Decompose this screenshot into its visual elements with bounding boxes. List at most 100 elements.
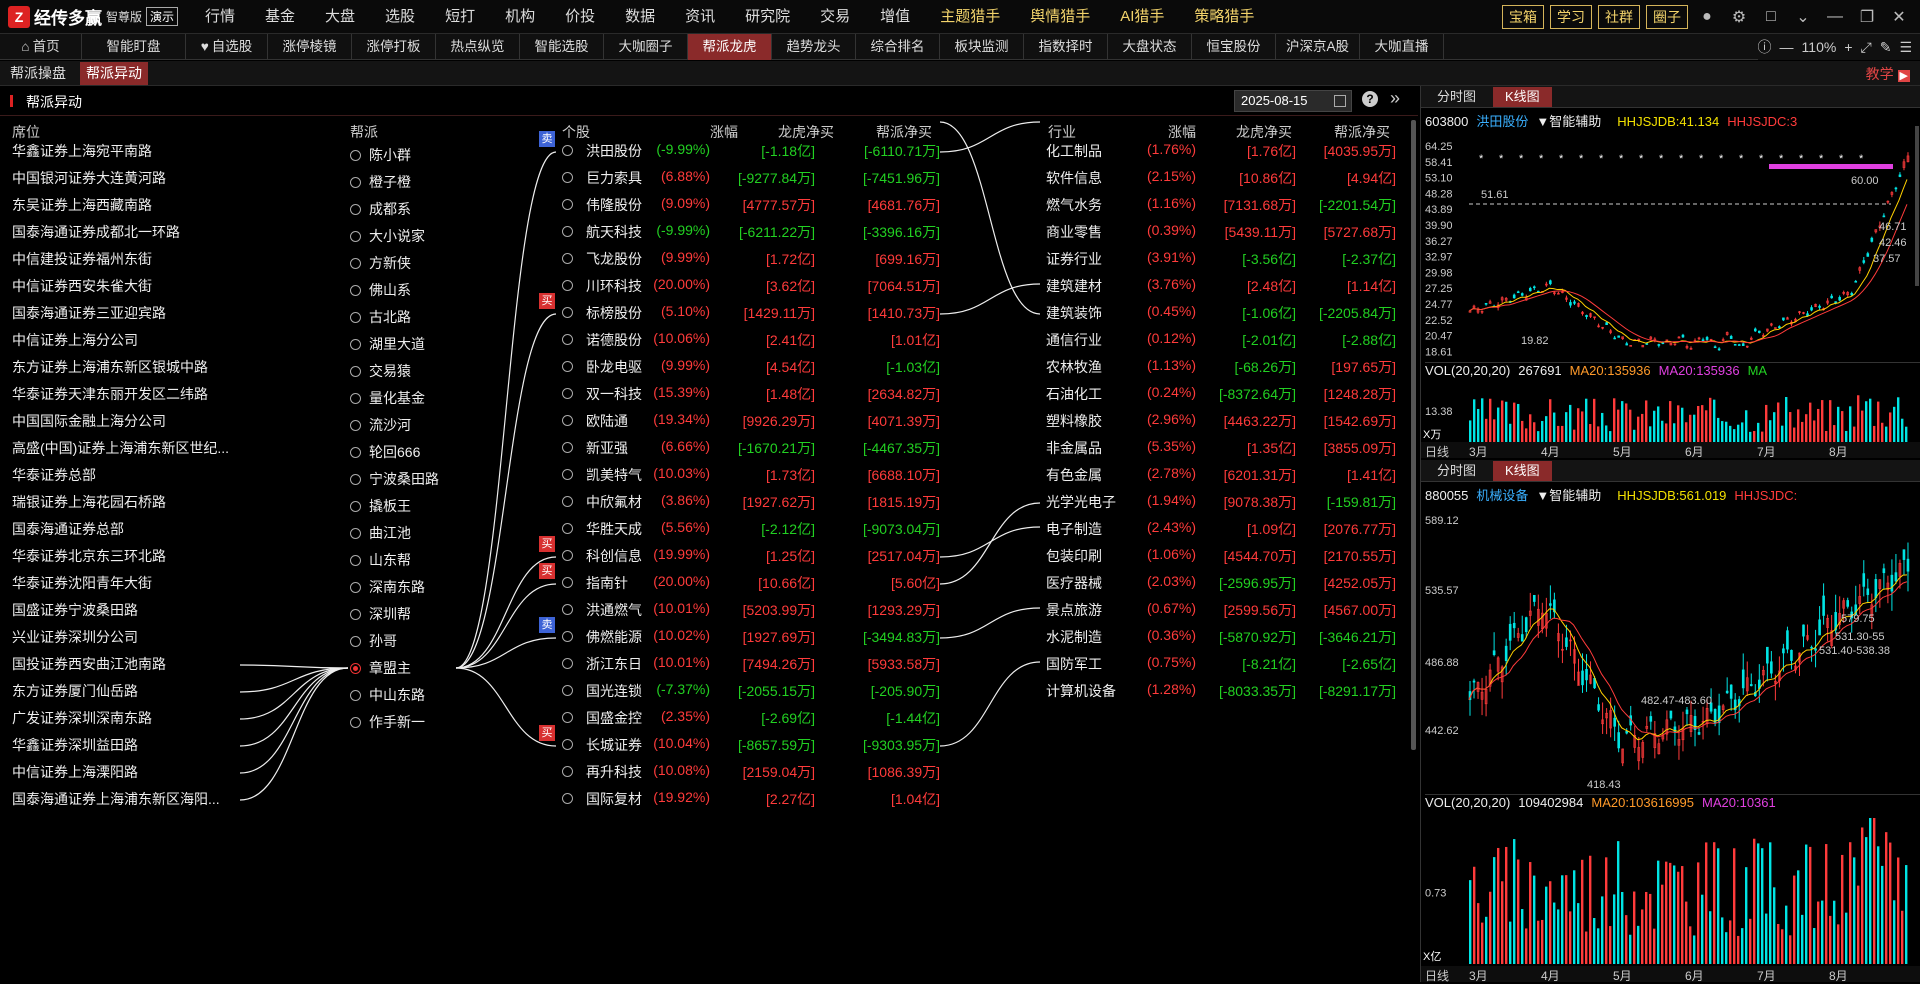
industry-row[interactable]: 化工制品 (1.76%) [1.76亿] [4035.95万] bbox=[1046, 141, 1396, 163]
stock-name[interactable]: 国光连锁 bbox=[586, 681, 642, 701]
seat-row[interactable]: 国泰海通证券上海浦东新区海阳... bbox=[12, 789, 220, 811]
stock-row[interactable]: 伟隆股份 (9.09%) [4777.57万] [4681.76万] bbox=[560, 195, 940, 217]
nav-tab[interactable]: 指数择时 bbox=[1024, 34, 1108, 60]
clique-row[interactable]: 佛山系 bbox=[350, 279, 411, 301]
radio-icon[interactable] bbox=[562, 712, 573, 723]
stock-name[interactable]: 浙江东日 bbox=[586, 654, 642, 674]
radio-icon[interactable] bbox=[562, 739, 573, 750]
nav-tab[interactable]: 沪深京A股 bbox=[1276, 34, 1360, 60]
stock-row[interactable]: 卧龙电驱 (9.99%) [4.54亿] [-1.03亿] bbox=[560, 357, 940, 379]
industry-row[interactable]: 电子制造 (2.43%) [1.09亿] [2076.77万] bbox=[1046, 519, 1396, 541]
radio-icon[interactable] bbox=[562, 577, 573, 588]
zoom-out-icon[interactable]: — bbox=[1780, 39, 1794, 55]
nav-tab[interactable]: 大咖直播 bbox=[1360, 34, 1444, 60]
industry-name[interactable]: 农林牧渔 bbox=[1046, 357, 1102, 377]
radio-icon[interactable] bbox=[562, 388, 573, 399]
seat-row[interactable]: 华泰证券总部 bbox=[12, 465, 96, 487]
smart-assist[interactable]: ▼智能辅助 bbox=[1536, 114, 1609, 129]
menu-item[interactable]: 交易 bbox=[805, 0, 865, 34]
clique-row[interactable]: 孙哥 bbox=[350, 630, 397, 652]
industry-row[interactable]: 医疗器械 (2.03%) [-2596.95万] [4252.05万] bbox=[1046, 573, 1396, 595]
stock-name[interactable]: 再升科技 bbox=[586, 762, 642, 782]
stock-row[interactable]: 诺德股份 (10.06%) [2.41亿] [1.01亿] bbox=[560, 330, 940, 352]
radio-icon[interactable] bbox=[562, 631, 573, 642]
right-scrollbar[interactable] bbox=[1915, 126, 1919, 286]
menu-item[interactable]: 价投 bbox=[550, 0, 610, 34]
tab-kline[interactable]: K线图 bbox=[1493, 87, 1552, 107]
tab-clique-trading[interactable]: 帮派操盘 bbox=[4, 62, 72, 85]
industry-row[interactable]: 燃气水务 (1.16%) [7131.68万] [-2201.54万] bbox=[1046, 195, 1396, 217]
clique-row[interactable]: 交易猿 bbox=[350, 360, 411, 382]
radio-icon[interactable] bbox=[350, 500, 361, 512]
learn-button[interactable]: 学习 bbox=[1550, 5, 1592, 29]
radio-icon[interactable] bbox=[350, 284, 361, 296]
radio-icon[interactable] bbox=[350, 689, 361, 701]
stock-name[interactable]: 中欣氟材 bbox=[586, 492, 642, 512]
stock-name[interactable]: 新亚强 bbox=[586, 438, 628, 458]
industry-row[interactable]: 证券行业 (3.91%) [-3.56亿] [-2.37亿] bbox=[1046, 249, 1396, 271]
menu-item[interactable]: 资讯 bbox=[670, 0, 730, 34]
radio-icon[interactable] bbox=[562, 604, 573, 615]
stock-row[interactable]: 再升科技 (10.08%) [2159.04万] [1086.39万] bbox=[560, 762, 940, 784]
radio-icon[interactable] bbox=[350, 662, 361, 674]
radio-icon[interactable] bbox=[562, 415, 573, 426]
industry-name[interactable]: 有色金属 bbox=[1046, 465, 1102, 485]
circle-button[interactable]: 圈子 bbox=[1646, 5, 1688, 29]
clique-row[interactable]: 方新侠 bbox=[350, 252, 411, 274]
clique-row[interactable]: 湖里大道 bbox=[350, 333, 425, 355]
radio-icon[interactable] bbox=[350, 473, 361, 485]
industry-row[interactable]: 商业零售 (0.39%) [5439.11万] [5727.68万] bbox=[1046, 222, 1396, 244]
chart2-volume[interactable]: 0.73 X亿 bbox=[1421, 814, 1920, 964]
industry-name[interactable]: 燃气水务 bbox=[1046, 195, 1102, 215]
stock-row[interactable]: 指南针 (20.00%) [10.66亿] [5.60亿] bbox=[560, 573, 940, 595]
info-icon[interactable]: ⓘ bbox=[1758, 37, 1772, 57]
stock-name[interactable]: 伟隆股份 bbox=[586, 195, 642, 215]
radio-icon[interactable] bbox=[562, 685, 573, 696]
seat-row[interactable]: 国泰海通证券总部 bbox=[12, 519, 124, 541]
radio-icon[interactable] bbox=[350, 554, 361, 566]
menu-item-hunter[interactable]: 舆情猎手 bbox=[1015, 0, 1105, 34]
clique-row[interactable]: 山东帮 bbox=[350, 549, 411, 571]
radio-icon[interactable] bbox=[562, 334, 573, 345]
stock-name[interactable]: 指南针 bbox=[586, 573, 628, 593]
month-label[interactable]: 日线 bbox=[1425, 967, 1449, 984]
smart-assist-2[interactable]: ▼智能辅助 bbox=[1536, 488, 1609, 503]
clique-row[interactable]: 陈小群 bbox=[350, 144, 411, 166]
stock-name[interactable]: 科创信息 bbox=[586, 546, 642, 566]
seat-row[interactable]: 中信证券西安朱雀大街 bbox=[12, 276, 152, 298]
nav-tab[interactable]: 涨停打板 bbox=[352, 34, 436, 60]
industry-name[interactable]: 证券行业 bbox=[1046, 249, 1102, 269]
seat-row[interactable]: 中国国际金融上海分公司 bbox=[12, 411, 166, 433]
edit-icon[interactable]: ✎ bbox=[1880, 39, 1892, 56]
nav-tab[interactable]: 大咖圈子 bbox=[604, 34, 688, 60]
app-logo[interactable]: Z 经传多赢 智尊版 演示 bbox=[0, 4, 190, 29]
nav-tab[interactable]: 大盘状态 bbox=[1108, 34, 1192, 60]
teach-link[interactable]: 教学 ▶ bbox=[1866, 64, 1910, 84]
seat-row[interactable]: 国盛证券宁波桑田路 bbox=[12, 600, 138, 622]
stock-name[interactable]: 洪通燃气 bbox=[586, 600, 642, 620]
clique-row[interactable]: 古北路 bbox=[350, 306, 411, 328]
seat-row[interactable]: 东方证券厦门仙岳路 bbox=[12, 681, 138, 703]
seat-row[interactable]: 中信证券上海分公司 bbox=[12, 330, 138, 352]
radio-icon[interactable] bbox=[350, 419, 361, 431]
radio-icon[interactable] bbox=[350, 149, 361, 161]
menu-item[interactable]: 增值 bbox=[865, 0, 925, 34]
industry-name[interactable]: 化工制品 bbox=[1046, 141, 1102, 161]
radio-icon[interactable] bbox=[350, 635, 361, 647]
menu-icon[interactable]: ☰ bbox=[1899, 39, 1912, 56]
industry-name[interactable]: 建筑装饰 bbox=[1046, 303, 1102, 323]
industry-name[interactable]: 包装印刷 bbox=[1046, 546, 1102, 566]
stock-row[interactable]: 凯美特气 (10.03%) [1.73亿] [6688.10万] bbox=[560, 465, 940, 487]
stock-row[interactable]: 航天科技 (-9.99%) [-6211.22万] [-3396.16万] bbox=[560, 222, 940, 244]
radio-icon[interactable] bbox=[562, 523, 573, 534]
stock-row[interactable]: 华胜天成 (5.56%) [-2.12亿] [-9073.04万] bbox=[560, 519, 940, 541]
industry-row[interactable]: 光学光电子 (1.94%) [9078.38万] [-159.81万] bbox=[1046, 492, 1396, 514]
clique-row[interactable]: 量化基金 bbox=[350, 387, 425, 409]
scrollbar[interactable] bbox=[1411, 120, 1416, 750]
industry-name[interactable]: 软件信息 bbox=[1046, 168, 1102, 188]
fullscreen-icon[interactable]: ⤢ bbox=[1861, 39, 1872, 56]
seat-row[interactable]: 广发证券深圳深南东路 bbox=[12, 708, 152, 730]
community-button[interactable]: 社群 bbox=[1598, 5, 1640, 29]
clique-row[interactable]: 作手新一 bbox=[350, 711, 425, 733]
seat-row[interactable]: 国泰海通证券成都北一环路 bbox=[12, 222, 180, 244]
